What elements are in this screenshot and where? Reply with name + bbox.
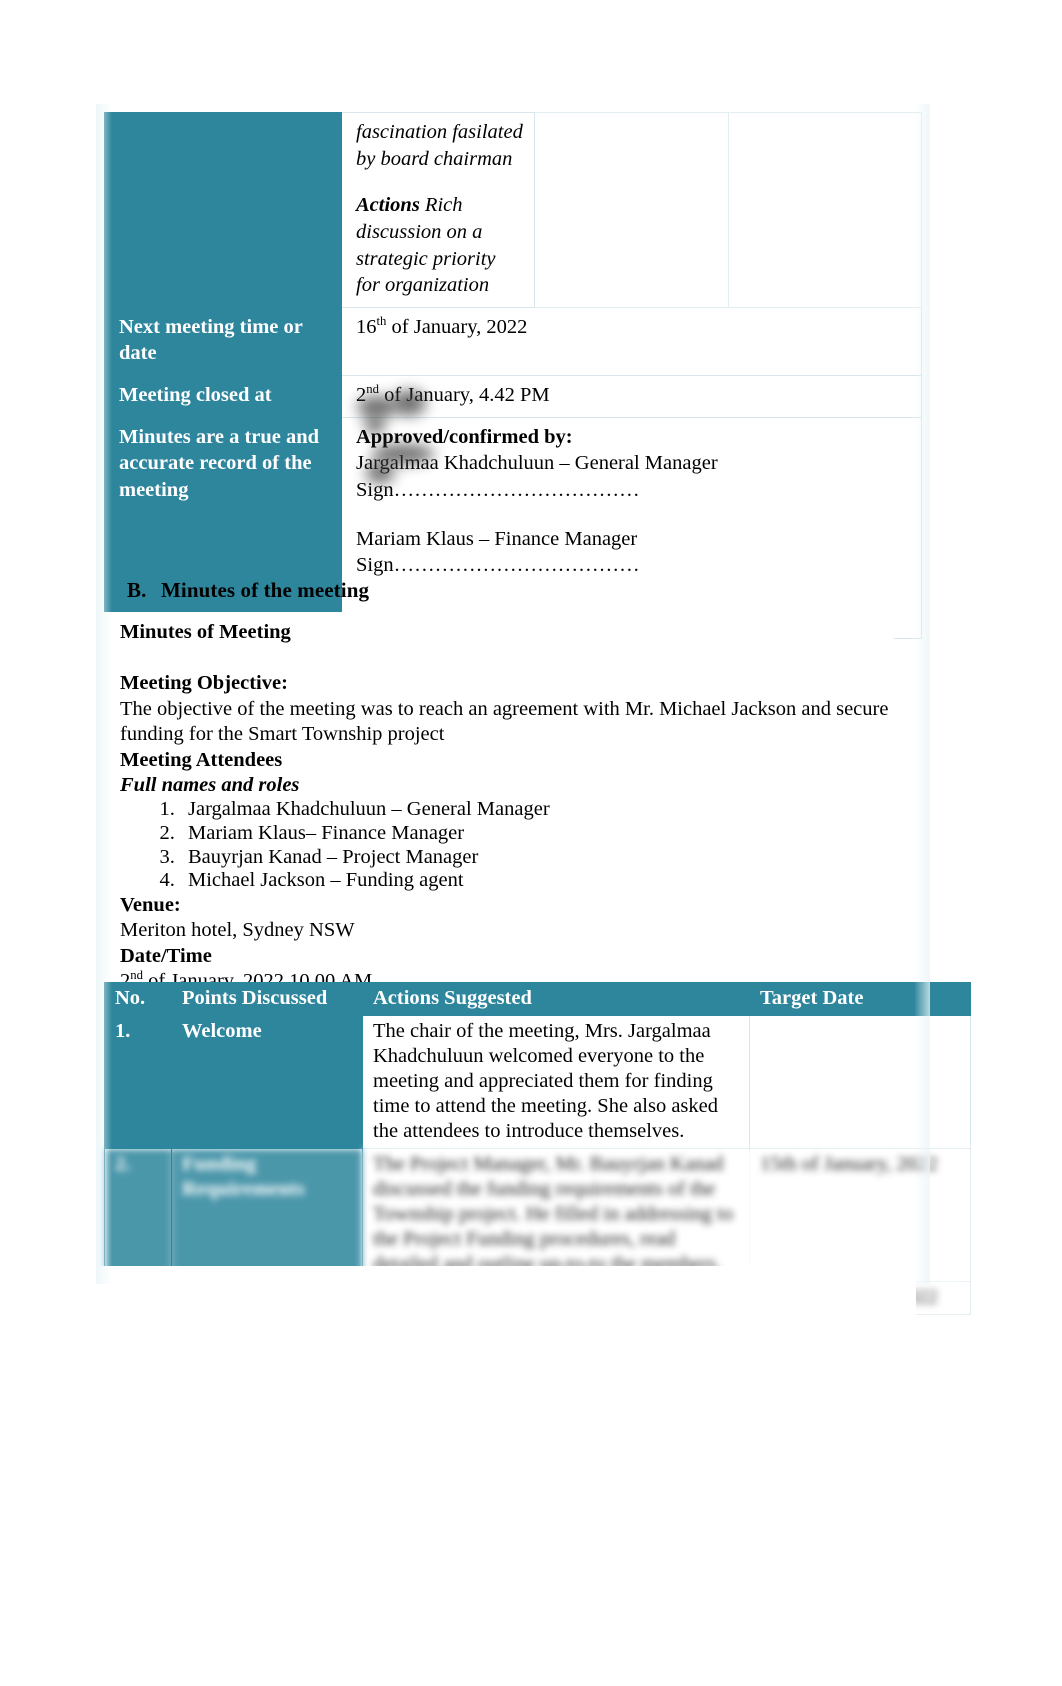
objective-heading: Meeting Objective: [120,672,288,695]
section-b-letter: B. [127,578,147,602]
row-label-true-record: Minutes are a true and accurate record o… [104,416,342,639]
datetime-heading: Date/Time [120,944,212,967]
empty-cell-1 [534,112,729,308]
row-no: 3. [104,1281,172,1315]
row-actions: Review the next on meeting actions [362,1281,750,1315]
signatory-2-sign-line: Sign……………………………… [356,554,640,577]
table-row: 3. Commencement Review the next on meeti… [104,1281,971,1315]
section-b-title: Minutes of the meeting [161,578,370,602]
attendees-list: Jargalmaa Khadchuluun – General Manager … [120,798,894,892]
approval-table: fascination fasilated by board chairman … [104,112,923,639]
table-row: 1. Welcome The chair of the meeting, Mrs… [104,1015,971,1149]
row-points: Commencement [171,1281,363,1315]
column-header-points: Points Discussed [171,982,363,1016]
table-header-row: No. Points Discussed Actions Suggested T… [104,982,971,1016]
closed-ordinal: nd [366,382,379,397]
row-points: Funding Requirements [171,1148,363,1282]
minutes-body: Minutes of Meeting Meeting Objective: Th… [104,612,894,995]
list-item: Mariam Klaus– Finance Manager [180,822,894,846]
column-header-no: No. [104,982,172,1016]
fascination-text: fascination fasilated by board chairman [356,121,523,170]
next-meeting-value: 16th of January, 2022 [341,306,922,377]
table-row: Minutes are a true and accurate record o… [104,416,922,639]
row-label-blank [104,112,342,308]
list-item: Jargalmaa Khadchuluun – General Manager [180,798,894,822]
datetime-ordinal: nd [130,968,143,983]
objective-text: The objective of the meeting was to reac… [120,697,889,746]
row-points: Welcome [171,1015,363,1149]
row-no: 1. [104,1015,172,1149]
table-row: Meeting closed at 2nd of January, 4.42 P… [104,375,922,418]
approved-heading: Approved/confirmed by: [356,425,573,448]
meeting-closed-value: 2nd of January, 4.42 PM [341,375,922,418]
row-target: 15th of January, 2022 [749,1281,971,1315]
column-header-actions: Actions Suggested [362,982,750,1016]
venue-heading: Venue: [120,893,181,916]
attendees-heading: Meeting Attendees [120,748,283,771]
actions-label: Actions [356,194,420,217]
signatory-1-sign-line: Sign……………………………… [356,479,640,502]
venue-text: Meriton hotel, Sydney NSW [120,919,355,942]
actions-cell: fascination fasilated by board chairman … [340,112,536,308]
table-row: Next meeting time or date 16th of Januar… [104,306,922,377]
row-target [749,1015,971,1149]
row-actions: The chair of the meeting, Mrs. Jargalmaa… [362,1015,750,1149]
signatory-2-name: Mariam Klaus – Finance Manager [356,527,638,550]
next-meeting-ordinal: th [376,314,387,329]
approval-cell: Approved/confirmed by: Jargalmaa Khadchu… [341,416,922,639]
list-item: Michael Jackson – Funding agent [180,869,894,893]
closed-rest: of January, 4.42 PM [378,384,550,407]
list-item: Bauyrjan Kanad – Project Manager [180,846,894,870]
section-b-heading: B. Minutes of the meeting [127,578,369,603]
row-target: 15th of January, 2022 [749,1148,971,1282]
document-page: fascination fasilated by board chairman … [0,0,1062,1686]
empty-cell-2 [727,112,923,308]
closed-day: 2 [356,384,367,407]
row-label-meeting-closed: Meeting closed at [104,375,342,418]
next-meeting-rest: of January, 2022 [386,315,528,338]
table-row: fascination fasilated by board chairman … [104,112,923,308]
row-actions: The Project Manager, Mr. Bauyrjan Kanad … [362,1148,750,1282]
minutes-title: Minutes of Meeting [120,621,291,643]
table-row: 2. Funding Requirements The Project Mana… [104,1148,971,1282]
attendees-subheading: Full names and roles [120,774,300,797]
minutes-points-table: No. Points Discussed Actions Suggested T… [104,982,971,1315]
next-meeting-day: 16 [356,315,377,338]
row-no: 2. [104,1148,172,1282]
signatory-1-name: Jargalmaa Khadchuluun – General Manager [356,452,718,475]
row-label-next-meeting: Next meeting time or date [104,306,342,377]
column-header-target: Target Date [749,982,971,1016]
